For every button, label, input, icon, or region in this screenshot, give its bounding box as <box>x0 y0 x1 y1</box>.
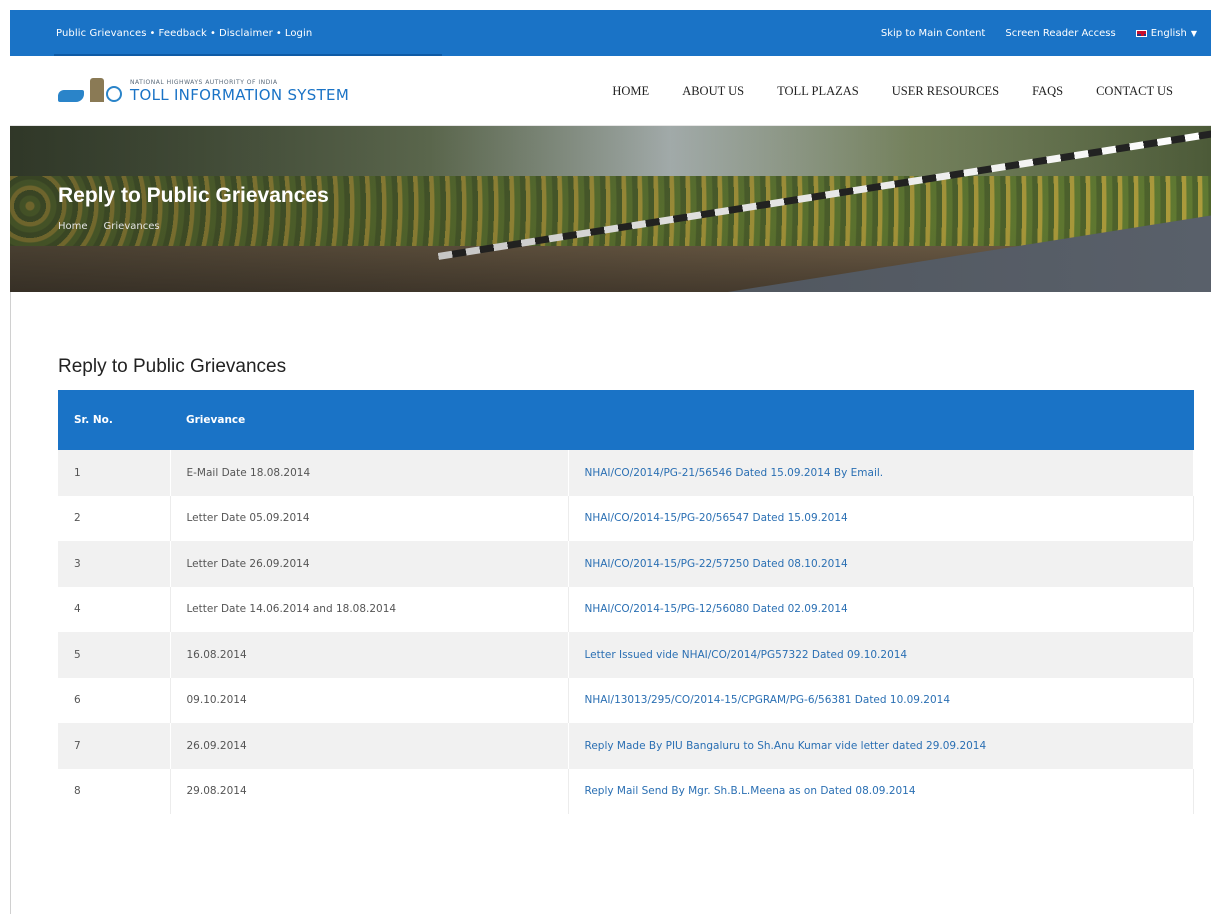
separator: • <box>149 27 156 39</box>
login-link[interactable]: Login <box>285 28 312 39</box>
grievances-table-container: Sr. No. Grievance 1 E-Mail Date 18.08.20… <box>58 390 1194 814</box>
sr-no-cell: 1 <box>58 450 171 496</box>
reply-link[interactable]: NHAI/13013/295/CO/2014-15/CPGRAM/PG-6/56… <box>585 694 951 706</box>
hero-banner: Reply to Public Grievances Home Grievanc… <box>10 126 1211 292</box>
table-row: 1 E-Mail Date 18.08.2014 NHAI/CO/2014/PG… <box>58 450 1194 496</box>
logo-title: TOLL INFORMATION SYSTEM <box>130 85 350 104</box>
sr-no-cell: 5 <box>58 632 171 678</box>
reply-link[interactable]: Letter Issued vide NHAI/CO/2014/PG57322 … <box>585 649 908 661</box>
reply-cell: NHAI/CO/2014-15/PG-20/56547 Dated 15.09.… <box>568 495 1194 541</box>
top-utility-bar: Public Grievances • Feedback • Disclaime… <box>10 10 1211 56</box>
grievances-table: Sr. No. Grievance 1 E-Mail Date 18.08.20… <box>58 390 1194 814</box>
grievance-cell: Letter Date 26.09.2014 <box>170 541 569 587</box>
reply-link[interactable]: NHAI/CO/2014-15/PG-22/57250 Dated 08.10.… <box>585 558 848 570</box>
reply-cell: NHAI/CO/2014-15/PG-12/56080 Dated 02.09.… <box>568 586 1194 632</box>
nav-faqs[interactable]: FAQS <box>1032 84 1063 99</box>
nav-user-resources[interactable]: USER RESOURCES <box>892 84 999 99</box>
language-label: English <box>1150 27 1187 39</box>
grievance-cell: E-Mail Date 18.08.2014 <box>170 450 569 496</box>
reply-link[interactable]: NHAI/CO/2014/PG-21/56546 Dated 15.09.201… <box>585 467 884 479</box>
screen-reader-access-link[interactable]: Screen Reader Access <box>1005 28 1115 39</box>
table-row: 7 26.09.2014 Reply Made By PIU Bangaluru… <box>58 723 1194 769</box>
header-sr-no: Sr. No. <box>74 414 113 426</box>
skip-to-main-content-link[interactable]: Skip to Main Content <box>881 28 985 39</box>
table-row: 8 29.08.2014 Reply Mail Send By Mgr. Sh.… <box>58 768 1194 814</box>
reply-link[interactable]: Reply Made By PIU Bangaluru to Sh.Anu Ku… <box>585 740 987 752</box>
sr-no-cell: 4 <box>58 586 171 632</box>
disclaimer-link[interactable]: Disclaimer <box>219 28 273 39</box>
logo-subtitle: NATIONAL HIGHWAYS AUTHORITY OF INDIA <box>130 78 278 86</box>
grievance-cell: 29.08.2014 <box>170 768 569 814</box>
separator: • <box>209 27 216 39</box>
grievance-cell: 09.10.2014 <box>170 677 569 723</box>
utility-links: Public Grievances • Feedback • Disclaime… <box>56 10 312 56</box>
nav-home[interactable]: HOME <box>612 84 649 99</box>
page-title: Reply to Public Grievances <box>58 184 329 207</box>
grievance-cell: Letter Date 14.06.2014 and 18.08.2014 <box>170 586 569 632</box>
separator: • <box>275 27 282 39</box>
caret-down-icon: ▼ <box>1190 28 1197 38</box>
grievance-cell: Letter Date 05.09.2014 <box>170 495 569 541</box>
reply-link[interactable]: NHAI/CO/2014-15/PG-20/56547 Dated 15.09.… <box>585 512 848 524</box>
reply-cell: NHAI/CO/2014-15/PG-22/57250 Dated 08.10.… <box>568 541 1194 587</box>
language-selector[interactable]: English ▼ <box>1135 27 1197 39</box>
breadcrumb-home[interactable]: Home <box>58 221 88 232</box>
reply-cell: Reply Mail Send By Mgr. Sh.B.L.Meena as … <box>568 768 1194 814</box>
table-row: 2 Letter Date 05.09.2014 NHAI/CO/2014-15… <box>58 495 1194 541</box>
table-row: 6 09.10.2014 NHAI/13013/295/CO/2014-15/C… <box>58 677 1194 723</box>
table-header-row: Sr. No. Grievance <box>58 390 1194 450</box>
reply-cell: Reply Made By PIU Bangaluru to Sh.Anu Ku… <box>568 723 1194 769</box>
table-row: 3 Letter Date 26.09.2014 NHAI/CO/2014-15… <box>58 541 1194 587</box>
feedback-link[interactable]: Feedback <box>159 28 207 39</box>
reply-cell: Letter Issued vide NHAI/CO/2014/PG57322 … <box>568 632 1194 678</box>
section-heading: Reply to Public Grievances <box>58 356 287 377</box>
public-grievances-link[interactable]: Public Grievances <box>56 28 147 39</box>
table-row: 5 16.08.2014 Letter Issued vide NHAI/CO/… <box>58 632 1194 678</box>
nav-contact-us[interactable]: CONTACT US <box>1096 84 1173 99</box>
site-logo[interactable]: NATIONAL HIGHWAYS AUTHORITY OF INDIA TOL… <box>56 76 349 106</box>
uk-flag-icon <box>1135 29 1147 37</box>
sr-no-cell: 2 <box>58 495 171 541</box>
grievance-cell: 26.09.2014 <box>170 723 569 769</box>
nhai-logo-icon <box>56 76 126 106</box>
reply-link[interactable]: Reply Mail Send By Mgr. Sh.B.L.Meena as … <box>585 785 916 797</box>
table-row: 4 Letter Date 14.06.2014 and 18.08.2014 … <box>58 586 1194 632</box>
site-header: NATIONAL HIGHWAYS AUTHORITY OF INDIA TOL… <box>10 56 1211 126</box>
nav-about-us[interactable]: ABOUT US <box>682 84 744 99</box>
header-grievance: Grievance <box>186 414 246 426</box>
reply-cell: NHAI/CO/2014/PG-21/56546 Dated 15.09.201… <box>568 450 1194 496</box>
sr-no-cell: 8 <box>58 768 171 814</box>
breadcrumb: Home Grievances <box>58 221 160 232</box>
sr-no-cell: 6 <box>58 677 171 723</box>
sr-no-cell: 3 <box>58 541 171 587</box>
accessibility-links: Skip to Main Content Screen Reader Acces… <box>861 10 1197 56</box>
header-reply <box>568 390 1194 450</box>
reply-cell: NHAI/13013/295/CO/2014-15/CPGRAM/PG-6/56… <box>568 677 1194 723</box>
reply-link[interactable]: NHAI/CO/2014-15/PG-12/56080 Dated 02.09.… <box>585 603 848 615</box>
grievance-cell: 16.08.2014 <box>170 632 569 678</box>
main-navigation: HOME ABOUT US TOLL PLAZAS USER RESOURCES… <box>579 56 1173 126</box>
nav-toll-plazas[interactable]: TOLL PLAZAS <box>777 84 859 99</box>
breadcrumb-grievances: Grievances <box>103 221 160 232</box>
sr-no-cell: 7 <box>58 723 171 769</box>
